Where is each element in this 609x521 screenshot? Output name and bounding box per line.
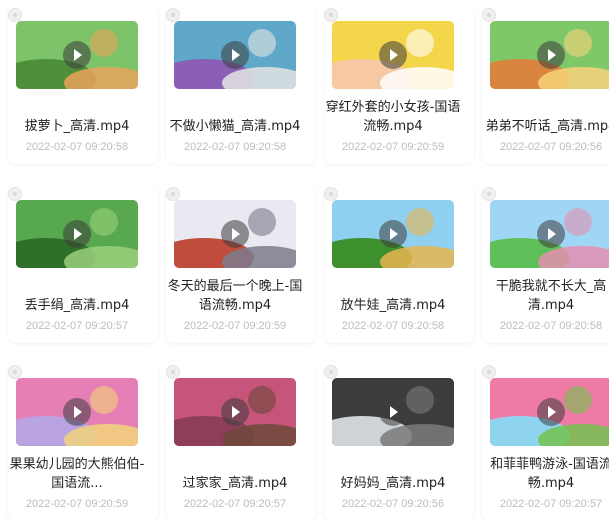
video-title-text: 干脆我就不长大_高清.mp4	[495, 279, 607, 313]
video-title: 冬天的最后一个晚上-国语流畅.mp4	[166, 271, 304, 315]
video-title: 不做小懒猫_高清.mp4	[166, 92, 304, 136]
video-thumbnail[interactable]	[490, 378, 609, 446]
video-thumbnail[interactable]	[174, 200, 296, 268]
play-icon[interactable]	[221, 41, 249, 69]
play-icon[interactable]	[63, 398, 91, 426]
video-card[interactable]: 好妈妈_高清.mp4 2022-02-07 09:20:56	[324, 361, 474, 521]
play-icon[interactable]	[537, 398, 565, 426]
select-radio[interactable]	[482, 187, 496, 201]
play-icon[interactable]	[537, 220, 565, 248]
video-date: 2022-02-07 09:20:58	[341, 320, 445, 332]
video-title-text: 拔萝卜_高清.mp4	[24, 119, 130, 134]
video-title: 好妈妈_高清.mp4	[324, 449, 462, 493]
video-card[interactable]: 果果幼儿园的大熊伯伯-国语流... 2022-02-07 09:20:59	[8, 361, 158, 521]
video-date: 2022-02-07 09:20:57	[25, 320, 129, 332]
video-title-text: 冬天的最后一个晚上-国语流畅.mp4	[167, 279, 303, 313]
video-date: 2022-02-07 09:20:59	[25, 498, 129, 510]
video-date: 2022-02-07 09:20:58	[183, 141, 287, 153]
video-title-text: 不做小懒猫_高清.mp4	[169, 119, 301, 134]
video-title: 拔萝卜_高清.mp4	[8, 92, 146, 136]
video-thumbnail[interactable]	[16, 378, 138, 446]
video-title-text: 弟弟不听话_高清.mp4	[485, 119, 609, 134]
play-icon[interactable]	[63, 41, 91, 69]
video-title: 放牛娃_高清.mp4	[324, 271, 462, 315]
video-title: 丢手绢_高清.mp4	[8, 271, 146, 315]
video-title-text: 果果幼儿园的大熊伯伯-国语流...	[9, 457, 145, 491]
select-radio[interactable]	[324, 365, 338, 379]
video-card[interactable]: 丢手绢_高清.mp4 2022-02-07 09:20:57	[8, 183, 158, 343]
video-thumbnail[interactable]	[332, 21, 454, 89]
video-title: 弟弟不听话_高清.mp4	[482, 92, 609, 136]
play-icon[interactable]	[63, 220, 91, 248]
select-radio[interactable]	[324, 8, 338, 22]
video-thumbnail[interactable]	[174, 378, 296, 446]
video-thumbnail[interactable]	[16, 21, 138, 89]
video-title-text: 好妈妈_高清.mp4	[340, 476, 446, 491]
video-title-text: 放牛娃_高清.mp4	[340, 298, 446, 313]
video-date: 2022-02-07 09:20:59	[183, 320, 287, 332]
video-title-text: 和菲菲鸭游泳-国语流畅.mp4	[490, 457, 609, 491]
video-card[interactable]: 不做小懒猫_高清.mp4 2022-02-07 09:20:58	[166, 4, 316, 164]
video-date: 2022-02-07 09:20:58	[499, 320, 603, 332]
select-radio[interactable]	[166, 365, 180, 379]
video-date: 2022-02-07 09:20:56	[341, 498, 445, 510]
play-icon[interactable]	[221, 398, 249, 426]
video-date: 2022-02-07 09:20:59	[341, 141, 445, 153]
video-date: 2022-02-07 09:20:57	[499, 498, 603, 510]
video-card[interactable]: 穿红外套的小女孩-国语流畅.mp4 2022-02-07 09:20:59	[324, 4, 474, 164]
video-card[interactable]: 过家家_高清.mp4 2022-02-07 09:20:57	[166, 361, 316, 521]
video-card[interactable]: 干脆我就不长大_高清.mp4 2022-02-07 09:20:58	[482, 183, 609, 343]
video-date: 2022-02-07 09:20:58	[25, 141, 129, 153]
select-radio[interactable]	[324, 187, 338, 201]
select-radio[interactable]	[166, 8, 180, 22]
video-date: 2022-02-07 09:20:56	[499, 141, 603, 153]
video-thumbnail[interactable]	[490, 200, 609, 268]
video-title: 穿红外套的小女孩-国语流畅.mp4	[324, 92, 462, 136]
video-title: 和菲菲鸭游泳-国语流畅.mp4	[482, 449, 609, 493]
video-card[interactable]: 放牛娃_高清.mp4 2022-02-07 09:20:58	[324, 183, 474, 343]
select-radio[interactable]	[8, 365, 22, 379]
video-card[interactable]: 和菲菲鸭游泳-国语流畅.mp4 2022-02-07 09:20:57	[482, 361, 609, 521]
select-radio[interactable]	[482, 8, 496, 22]
video-thumbnail[interactable]	[16, 200, 138, 268]
video-card[interactable]: 冬天的最后一个晚上-国语流畅.mp4 2022-02-07 09:20:59	[166, 183, 316, 343]
video-thumbnail[interactable]	[332, 200, 454, 268]
select-radio[interactable]	[482, 365, 496, 379]
video-date: 2022-02-07 09:20:57	[183, 498, 287, 510]
video-title: 过家家_高清.mp4	[166, 449, 304, 493]
select-radio[interactable]	[166, 187, 180, 201]
video-card[interactable]: 拔萝卜_高清.mp4 2022-02-07 09:20:58	[8, 4, 158, 164]
video-card[interactable]: 弟弟不听话_高清.mp4 2022-02-07 09:20:56	[482, 4, 609, 164]
select-radio[interactable]	[8, 187, 22, 201]
play-icon[interactable]	[537, 41, 565, 69]
video-title-text: 丢手绢_高清.mp4	[24, 298, 130, 313]
video-thumbnail[interactable]	[490, 21, 609, 89]
play-icon[interactable]	[221, 220, 249, 248]
video-title-text: 穿红外套的小女孩-国语流畅.mp4	[325, 100, 461, 134]
video-thumbnail[interactable]	[174, 21, 296, 89]
play-icon[interactable]	[379, 398, 407, 426]
play-icon[interactable]	[379, 220, 407, 248]
select-radio[interactable]	[8, 8, 22, 22]
video-title-text: 过家家_高清.mp4	[182, 476, 288, 491]
video-thumbnail[interactable]	[332, 378, 454, 446]
video-title: 干脆我就不长大_高清.mp4	[482, 271, 609, 315]
play-icon[interactable]	[379, 41, 407, 69]
video-title: 果果幼儿园的大熊伯伯-国语流...	[8, 449, 146, 493]
